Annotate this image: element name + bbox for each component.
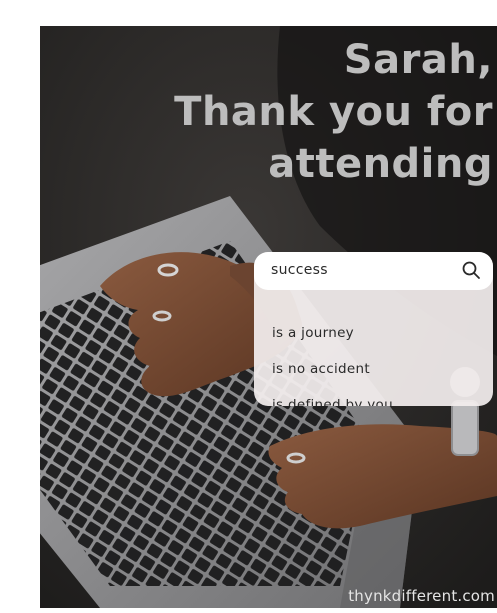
- thank-you-line: Thank you for: [174, 89, 493, 135]
- thank-you-card: Sarah, Thank you for attending success i…: [40, 26, 497, 608]
- headline: Sarah, Thank you for attending: [174, 34, 493, 190]
- suggestion-item[interactable]: is a journey: [272, 325, 354, 341]
- recipient-name: Sarah,: [343, 37, 493, 83]
- attending-line: attending: [268, 141, 493, 187]
- suggestion-item[interactable]: is defined by you: [272, 397, 393, 406]
- website-footer: thynkdifferent.com: [348, 587, 495, 605]
- suggestion-item[interactable]: is no accident: [272, 361, 370, 377]
- search-query[interactable]: success: [271, 262, 328, 278]
- search-suggestion-card: success is a journey is no accident is d…: [254, 252, 493, 406]
- search-icon[interactable]: [461, 260, 481, 280]
- search-bar[interactable]: success: [254, 252, 493, 290]
